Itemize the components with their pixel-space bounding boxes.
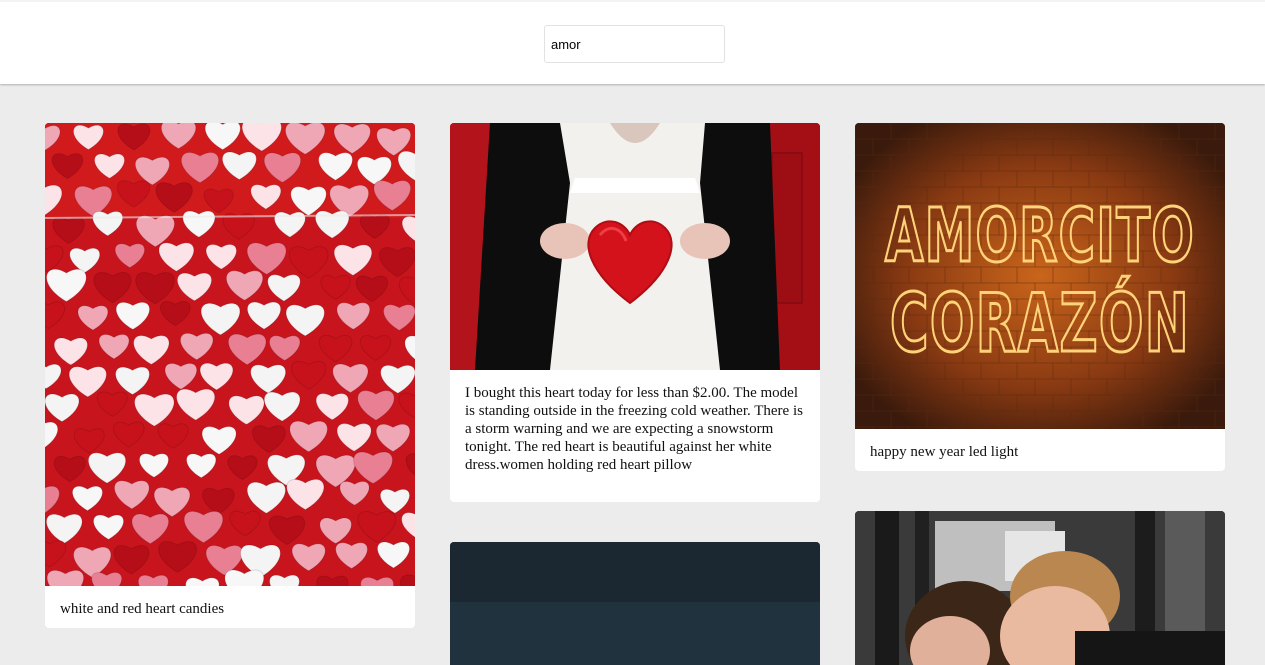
image-card[interactable]	[855, 511, 1225, 665]
candy-heart	[399, 574, 415, 586]
image-card[interactable]: AMORCITO CORAZÓN happy new year led ligh…	[855, 123, 1225, 471]
card-image[interactable]	[450, 123, 820, 370]
image-card[interactable]: white and red heart candies	[45, 123, 415, 628]
dark-photo	[450, 542, 820, 665]
image-card[interactable]	[450, 542, 820, 665]
card-image[interactable]	[855, 511, 1225, 665]
heart-candies-photo	[45, 123, 415, 586]
card-image[interactable]	[450, 542, 820, 665]
card-image[interactable]: AMORCITO CORAZÓN	[855, 123, 1225, 429]
neon-text-line-2: CORAZÓN	[890, 276, 1190, 370]
woman-heart-photo	[450, 123, 820, 370]
search-input[interactable]	[544, 25, 725, 63]
card-caption: happy new year led light	[870, 444, 1019, 460]
neon-sign-photo: AMORCITO CORAZÓN	[855, 123, 1225, 429]
top-bar	[0, 0, 1265, 84]
couple-photo	[855, 511, 1225, 665]
card-caption: I bought this heart today for less than …	[465, 385, 803, 473]
neon-text-line-1: AMORCITO	[885, 193, 1195, 279]
card-caption: white and red heart candies	[60, 601, 225, 617]
image-card[interactable]: I bought this heart today for less than …	[450, 123, 820, 502]
card-image[interactable]	[45, 123, 415, 586]
